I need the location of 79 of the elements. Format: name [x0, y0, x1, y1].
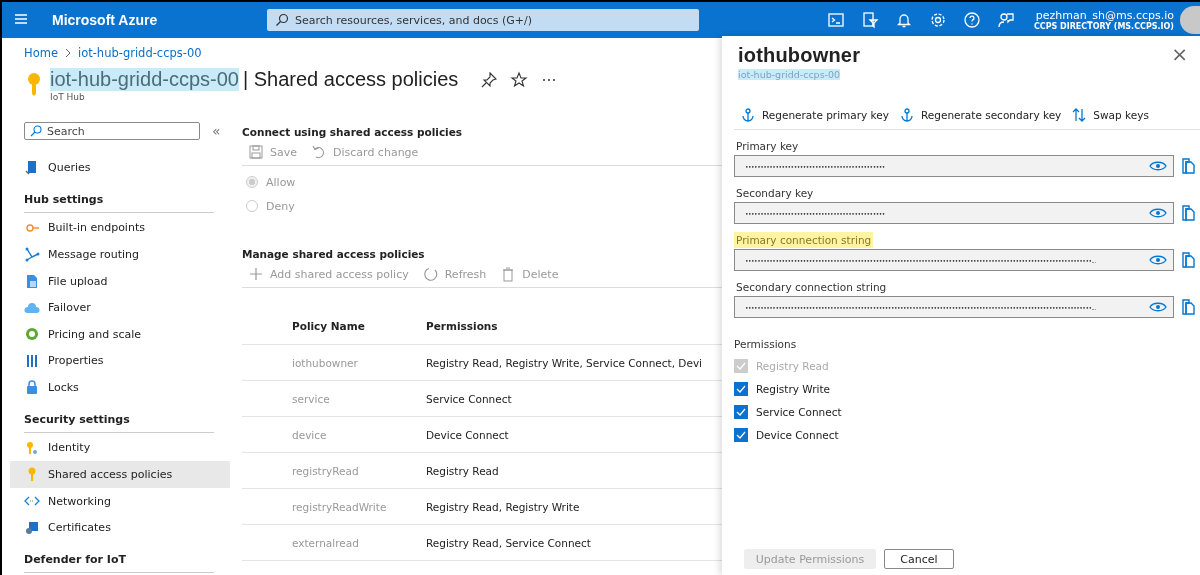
breadcrumb-link[interactable]: Home	[24, 46, 58, 60]
copy-icon[interactable]	[1180, 204, 1198, 222]
checkbox[interactable]	[734, 404, 748, 419]
checkbox[interactable]	[734, 381, 748, 396]
sidebar-item[interactable]: Built-in endpoints	[10, 214, 230, 242]
collapse-button[interactable]: «	[208, 123, 225, 139]
table-row[interactable]: registryRead Registry Read	[242, 452, 722, 489]
gauge-icon	[24, 326, 40, 343]
sidebar-item[interactable]: Queries	[10, 154, 230, 181]
sidebar-item[interactable]: Networking	[10, 487, 230, 515]
sidebar-item[interactable]: Pricing and scale	[10, 320, 230, 348]
page-title: | Shared access policies	[243, 68, 459, 91]
field-label: Secondary key	[735, 186, 815, 201]
feedback-icon[interactable]	[995, 10, 1016, 30]
plus-icon	[248, 266, 264, 282]
checkbox[interactable]	[734, 427, 748, 442]
field-label: Secondary connection string	[735, 280, 888, 295]
swap-icon	[1071, 107, 1088, 123]
column-header[interactable]: Policy Name	[242, 308, 426, 345]
terminal-icon[interactable]	[825, 10, 846, 30]
panel-subtitle: iot-hub-gridd-ccps-00	[738, 69, 841, 80]
copy-icon[interactable]	[1180, 251, 1198, 269]
footer-button[interactable]: Cancel	[884, 549, 954, 569]
chevron-right-icon	[63, 48, 72, 58]
key-icon	[26, 72, 42, 98]
sidebar-item[interactable]: Certificates	[10, 514, 230, 541]
toolbar-button[interactable]: Regenerate secondary key	[899, 107, 1062, 123]
section-heading: Defender for IoT	[24, 540, 214, 573]
table-row[interactable]: service Service Connect	[242, 380, 722, 417]
sidebar-item[interactable]: File upload	[10, 267, 230, 295]
section-heading: Permissions	[734, 338, 798, 350]
copy-icon[interactable]	[1180, 157, 1198, 175]
checkbox-option[interactable]: Registry Write	[734, 377, 1200, 400]
section-heading: Security settings	[24, 400, 214, 433]
toolbar-button[interactable]: Regenerate primary key	[740, 107, 889, 123]
table-row[interactable]: externalread Registry Read, Service Connect	[242, 524, 722, 561]
anchor-icon	[899, 107, 915, 123]
section-heading: Manage shared access policies	[242, 247, 426, 260]
section-heading: Connect using shared access policies	[242, 125, 464, 138]
certificate-icon	[24, 519, 40, 536]
refresh-icon	[422, 266, 439, 282]
copy-icon[interactable]	[1180, 298, 1198, 316]
help-icon[interactable]	[961, 10, 982, 30]
sidebar-item[interactable]: Shared access policies	[10, 461, 230, 488]
routing-icon	[24, 246, 40, 263]
avatar[interactable]	[1180, 6, 1200, 34]
brand-name[interactable]: Microsoft Azure	[52, 12, 267, 28]
file-icon	[24, 273, 40, 289]
search-field[interactable]: Search	[24, 122, 200, 140]
sidebar-item[interactable]: Message routing	[10, 241, 230, 268]
search-field[interactable]: Search resources, services, and docs (G+/)	[267, 9, 699, 31]
table-row[interactable]: device Device Connect	[242, 416, 722, 453]
sliders-icon	[24, 352, 40, 369]
sidebar-item[interactable]: Identity	[10, 434, 230, 462]
key-icon	[24, 439, 40, 456]
save-icon	[248, 144, 264, 160]
sidebar-item[interactable]: Locks	[10, 374, 230, 401]
toolbar-button[interactable]: Swap keys	[1071, 107, 1149, 123]
lock-icon	[24, 379, 40, 396]
search-icon	[30, 125, 42, 137]
checkbox-option[interactable]: Service Connect	[734, 400, 1200, 423]
field-label: Primary connection string	[734, 232, 874, 248]
undo-icon	[311, 144, 327, 160]
anchor-icon	[740, 107, 756, 123]
resource-name: iot-hub-gridd-ccps-00	[50, 68, 239, 91]
panel-title: iothubowner	[738, 44, 861, 67]
close-button[interactable]: ×	[1159, 44, 1200, 64]
breadcrumb-link[interactable]: iot-hub-gridd-ccps-00	[77, 46, 202, 60]
user-email[interactable]: pezhman_sh@ms.ccps.io	[1033, 9, 1174, 22]
table-row[interactable]: iothubowner Registry Read, Registry Write, Service Connect, Devi	[242, 344, 722, 381]
sidebar-item[interactable]: Failover	[10, 294, 230, 321]
table-row[interactable]: registryReadWrite Registry Read, Registry Write	[242, 488, 722, 525]
checkbox-option[interactable]: Device Connect	[734, 423, 1200, 446]
search-icon	[275, 13, 289, 27]
section-heading: Hub settings	[24, 180, 214, 213]
directory-name: CCPS DIRECTORY (MS.CCPS.IO)	[1033, 22, 1174, 31]
resource-type: IoT Hub	[50, 92, 86, 102]
field-label: Primary key	[735, 139, 800, 154]
sidebar-item[interactable]: Properties	[10, 347, 230, 375]
